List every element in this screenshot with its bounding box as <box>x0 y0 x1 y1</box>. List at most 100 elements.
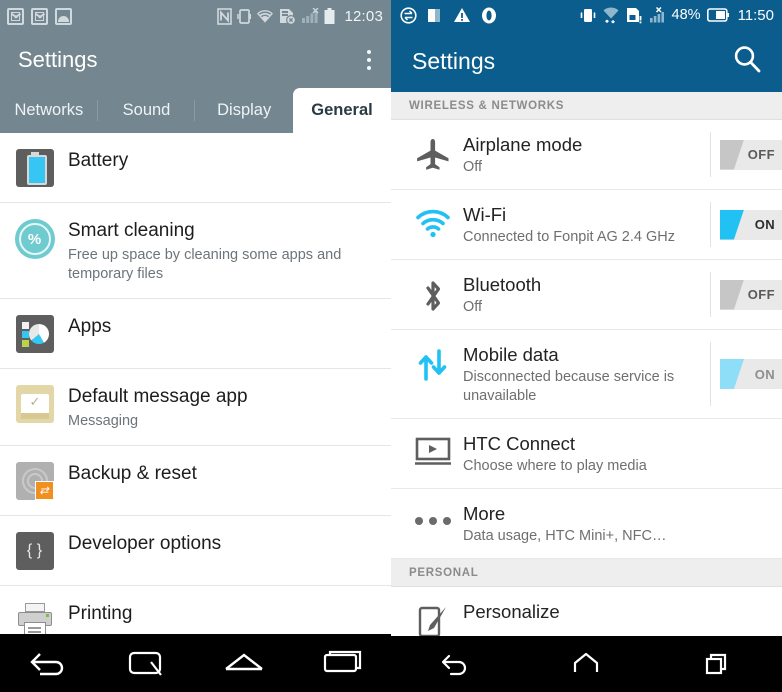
mobile-data-toggle[interactable]: ON <box>720 359 782 389</box>
airplane-icon <box>417 139 449 170</box>
lg-title-bar: Settings <box>0 32 391 88</box>
htc-navigation-bar <box>391 636 782 692</box>
htc-connect-icon <box>415 437 451 465</box>
tab-general[interactable]: General <box>293 88 391 133</box>
gallery-image-icon <box>55 7 72 25</box>
list-item-bluetooth[interactable]: Bluetooth Off OFF <box>391 260 782 330</box>
overflow-menu-icon[interactable] <box>361 44 377 76</box>
lg-status-left-icons <box>7 7 72 25</box>
text-slot: Developer options <box>58 530 221 556</box>
toggle-label: ON <box>754 217 775 232</box>
bluetooth-icon <box>426 281 441 311</box>
htc-status-left-icons <box>400 6 497 24</box>
list-item-backup-reset[interactable]: ⇄ Backup & reset <box>0 446 391 516</box>
lg-status-right-icons: 12:03 <box>217 7 383 25</box>
vibrate-icon <box>580 8 595 22</box>
toggle-label: ON <box>754 366 775 382</box>
lg-tab-bar: Networks Sound Display General <box>0 88 391 133</box>
tab-sound[interactable]: Sound <box>98 88 196 133</box>
list-item-wifi[interactable]: Wi-Fi Connected to Fonpit AG 2.4 GHz ON <box>391 190 782 260</box>
list-item-apps[interactable]: Apps <box>0 299 391 369</box>
list-item-subtitle: Off <box>463 299 483 315</box>
default-message-app-icon <box>15 385 54 423</box>
airplane-mode-toggle[interactable]: OFF <box>720 139 782 170</box>
list-item-title: Bluetooth <box>463 274 542 295</box>
sd-card-icon <box>428 8 440 22</box>
toggle-label: OFF <box>747 147 775 162</box>
section-header-wireless-networks: WIRELESS & NETWORKS <box>391 92 782 120</box>
wifi-toggle[interactable]: ON <box>720 209 782 240</box>
list-item-airplane-mode[interactable]: Airplane mode Off OFF <box>391 120 782 190</box>
menu-icon[interactable] <box>112 634 182 692</box>
text-slot: Mobile data Disconnected because service… <box>463 342 710 406</box>
text-slot: Default message app Messaging <box>58 383 248 431</box>
icon-slot <box>403 272 463 314</box>
sync-icon <box>400 6 417 24</box>
list-item-subtitle: Data usage, HTC Mini+, NFC… <box>463 528 667 544</box>
list-item-mobile-data[interactable]: Mobile data Disconnected because service… <box>391 330 782 419</box>
right-panel-htc-settings: 48% 11:50 Settings WIRELESS & NETWORKS A… <box>391 0 782 692</box>
list-item-subtitle: Connected to Fonpit AG 2.4 GHz <box>463 229 675 245</box>
text-slot: Printing <box>58 600 132 626</box>
icon-slot: ⇄ <box>11 460 58 500</box>
icon-slot <box>403 342 463 382</box>
home-icon[interactable] <box>551 636 621 692</box>
storage-alert-icon <box>626 7 641 23</box>
search-icon[interactable] <box>732 44 762 79</box>
list-item-battery[interactable]: Battery <box>0 133 391 203</box>
text-slot: Bluetooth Off <box>463 272 710 317</box>
list-item-title: More <box>463 503 506 524</box>
back-icon[interactable] <box>421 636 491 692</box>
left-panel-lg-settings: 12:03 Settings Networks Sound Display Ge… <box>0 0 391 692</box>
icon-slot <box>403 202 463 238</box>
list-item-title: Wi-Fi <box>463 204 507 225</box>
recents-icon[interactable] <box>682 636 752 692</box>
icon-slot: % <box>11 217 58 259</box>
section-header-personal: PERSONAL <box>391 559 782 587</box>
wifi-transfer-icon <box>603 7 619 23</box>
list-item-title: Printing <box>68 603 133 624</box>
list-item-developer-options[interactable]: { } Developer options <box>0 516 391 586</box>
list-item-title: Backup & reset <box>68 463 197 484</box>
lg-page-title: Settings <box>18 47 98 72</box>
text-slot: HTC Connect Choose where to play media <box>463 431 782 476</box>
battery-icon <box>324 7 335 24</box>
tab-display[interactable]: Display <box>195 88 293 133</box>
list-item-default-message-app[interactable]: Default message app Messaging <box>0 369 391 446</box>
icon-slot: { } <box>11 530 58 570</box>
list-item-subtitle: Disconnected because service is unavaila… <box>463 369 675 404</box>
lg-navigation-bar <box>0 634 391 692</box>
list-item-title: Mobile data <box>463 344 559 365</box>
list-item-title: Apps <box>68 316 112 337</box>
battery-icon <box>706 8 729 22</box>
tab-networks[interactable]: Networks <box>0 88 98 133</box>
home-icon[interactable] <box>209 634 279 692</box>
lg-status-bar: 12:03 <box>0 0 391 32</box>
list-item-smart-cleaning[interactable]: % Smart cleaning Free up space by cleani… <box>0 203 391 299</box>
vibrate-icon <box>237 8 252 24</box>
text-slot: Wi-Fi Connected to Fonpit AG 2.4 GHz <box>463 202 710 247</box>
list-item-htc-connect[interactable]: HTC Connect Choose where to play media <box>391 419 782 489</box>
list-item-subtitle: Off <box>463 159 483 175</box>
list-item-subtitle: Free up space by cleaning some apps and … <box>68 247 342 282</box>
list-item-title: Airplane mode <box>463 134 583 155</box>
htc-status-bar: 48% 11:50 <box>391 0 782 30</box>
battery-icon <box>15 149 54 187</box>
list-item-more[interactable]: More Data usage, HTC Mini+, NFC… <box>391 489 782 559</box>
text-slot: Smart cleaning Free up space by cleaning… <box>58 217 368 284</box>
smart-cleaning-icon: % <box>14 219 55 259</box>
htc-clock: 11:50 <box>737 6 774 24</box>
text-slot: Apps <box>58 313 111 339</box>
back-icon[interactable] <box>14 634 84 692</box>
toggle-slot: OFF <box>710 132 782 177</box>
warning-icon <box>454 8 470 22</box>
battery-percent: 48% <box>671 7 701 23</box>
developer-options-icon: { } <box>15 532 54 570</box>
bluetooth-toggle[interactable]: OFF <box>720 279 782 310</box>
list-item-subtitle: Messaging <box>68 413 139 429</box>
list-item-title: Personalize <box>463 601 560 622</box>
opera-icon <box>482 7 496 23</box>
toggle-slot: ON <box>710 342 782 406</box>
lg-clock: 12:03 <box>344 7 383 25</box>
recents-icon[interactable] <box>307 634 377 692</box>
